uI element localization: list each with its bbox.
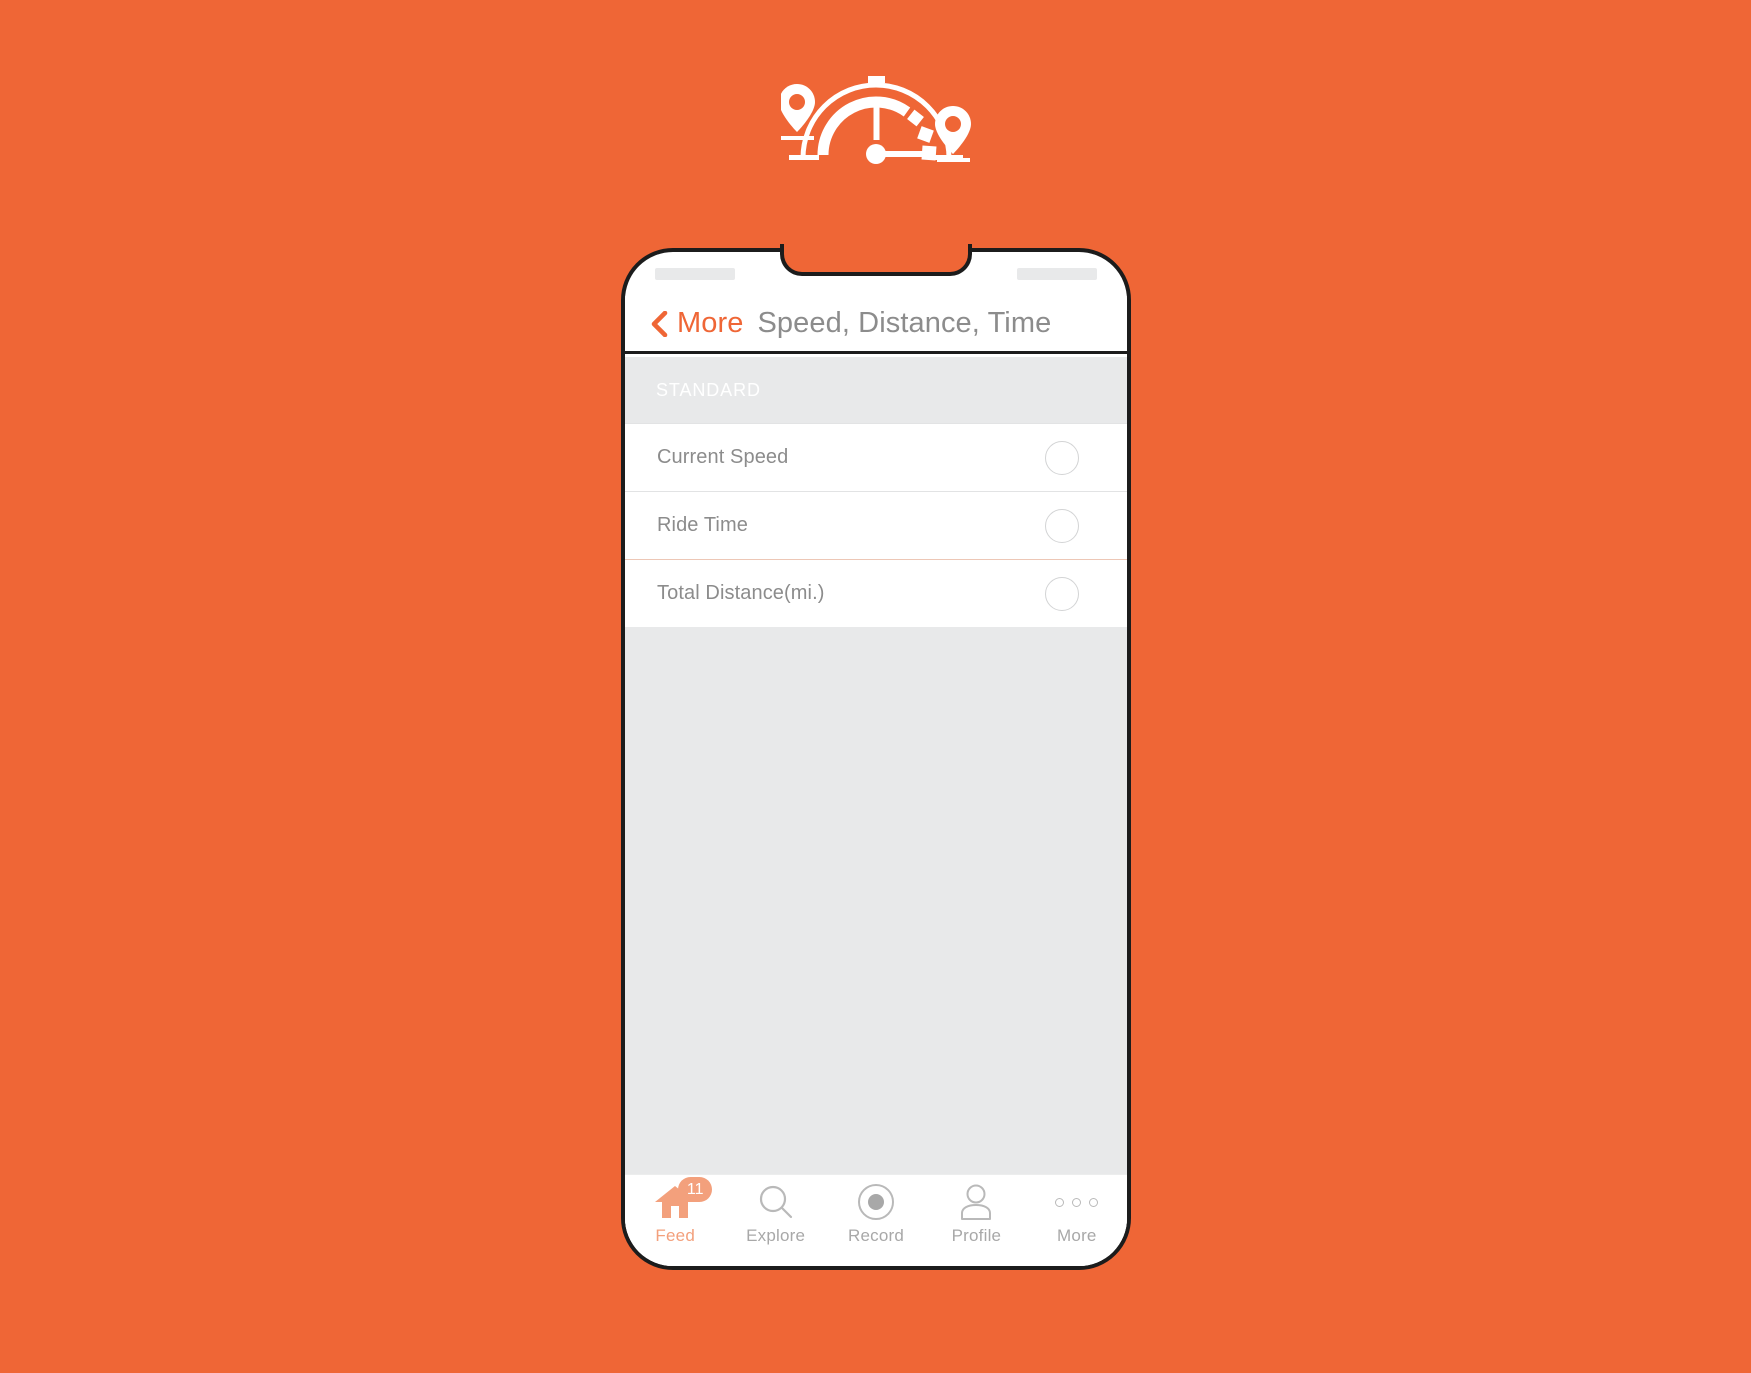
record-icon <box>858 1184 895 1220</box>
person-icon <box>961 1184 992 1220</box>
ellipsis-dot <box>1072 1197 1082 1207</box>
tab-icon-wrap <box>957 1183 995 1221</box>
tab-icon-wrap <box>758 1183 794 1221</box>
app-logo <box>0 62 1751 166</box>
chevron-left-icon[interactable] <box>651 310 668 337</box>
phone-screen: More Speed, Distance, Time STANDARD Curr… <box>621 248 1131 1270</box>
page-title: Speed, Distance, Time <box>757 307 1052 339</box>
list-item-label: Current Speed <box>657 446 789 468</box>
back-button-label[interactable]: More <box>677 309 743 338</box>
tab-label: Feed <box>655 1226 695 1245</box>
tab-label: Record <box>848 1226 905 1245</box>
tab-label: Profile <box>951 1226 1002 1245</box>
tab-icon-wrap <box>857 1183 895 1221</box>
tab-icon-wrap <box>1055 1183 1099 1221</box>
section-header-label: STANDARD <box>656 379 761 400</box>
tab-label: More <box>1057 1226 1097 1245</box>
phone-notch <box>780 244 972 276</box>
tab-label: Explore <box>746 1226 806 1245</box>
tab-bar: 11 Feed Explore Record Profile More <box>625 1174 1127 1266</box>
navigation-bar: More Speed, Distance, Time <box>625 296 1127 354</box>
ellipsis-icon <box>1055 1197 1099 1207</box>
tab-more[interactable]: More <box>1027 1183 1127 1246</box>
radio-circle-icon[interactable] <box>1045 508 1079 543</box>
tab-explore[interactable]: Explore <box>725 1183 825 1246</box>
tab-icon-wrap: 11 <box>654 1177 713 1221</box>
ellipsis-dot <box>1089 1197 1099 1207</box>
list-item-label: Total Distance(mi.) <box>657 582 825 604</box>
phone-mockup: More Speed, Distance, Time STANDARD Curr… <box>621 244 1131 1270</box>
tab-feed[interactable]: 11 Feed <box>625 1177 725 1246</box>
status-bar-right-placeholder <box>1017 268 1097 280</box>
map-pin-right <box>934 106 971 162</box>
feed-badge: 11 <box>678 1177 713 1202</box>
list-item-label: Ride Time <box>657 514 748 536</box>
radio-circle-icon[interactable] <box>1045 576 1079 611</box>
list-item-ride-time[interactable]: Ride Time <box>625 491 1127 559</box>
radio-circle-icon[interactable] <box>1045 440 1079 475</box>
list-item-total-distance[interactable]: Total Distance(mi.) <box>625 559 1127 627</box>
list-item-current-speed[interactable]: Current Speed <box>625 423 1127 491</box>
ellipsis-dot <box>1055 1197 1065 1207</box>
settings-list: Current Speed Ride Time Total Distance(m… <box>625 423 1127 627</box>
status-bar-left-placeholder <box>655 268 735 280</box>
tab-profile[interactable]: Profile <box>926 1183 1026 1246</box>
speed-distance-time-logo <box>780 76 971 164</box>
search-icon <box>759 1185 792 1219</box>
settings-screen: STANDARD Current Speed Ride Time Total D… <box>625 357 1127 1266</box>
section-header-standard: STANDARD <box>625 357 1127 423</box>
tab-record[interactable]: Record <box>826 1183 926 1246</box>
